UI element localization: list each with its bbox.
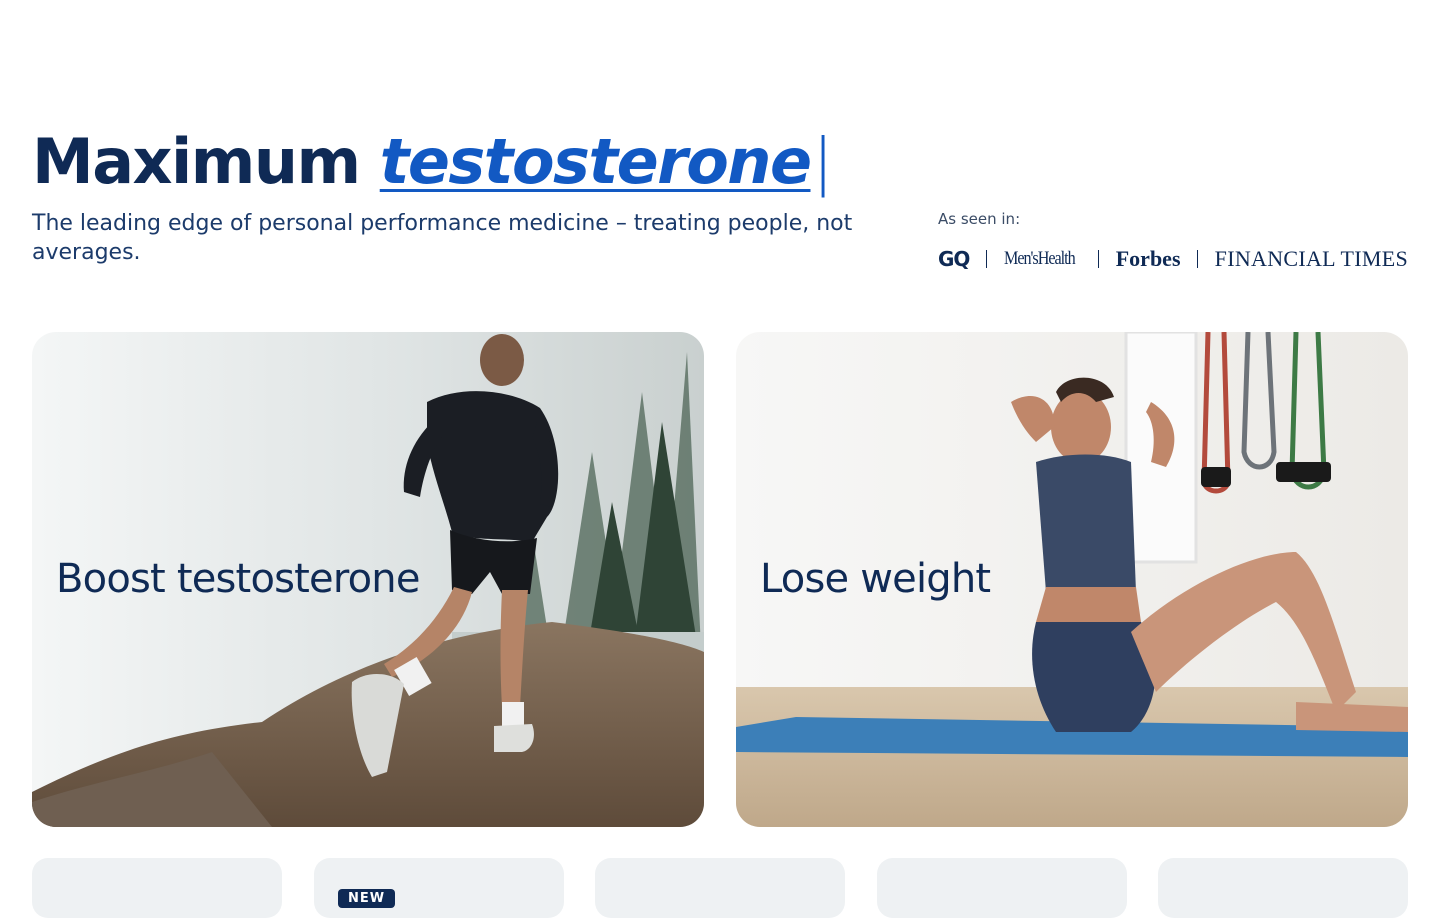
headline-prefix: Maximum (32, 125, 361, 198)
mens-health-logo: Men'sHealth (1003, 248, 1076, 269)
boost-testosterone-card[interactable]: Boost testosterone (32, 332, 704, 827)
category-tile[interactable] (595, 858, 845, 918)
gq-logo: GQ (938, 247, 970, 271)
category-tile[interactable] (877, 858, 1127, 918)
hero-subline: The leading edge of personal performance… (32, 211, 853, 265)
press-label: As seen in: (938, 210, 1021, 228)
press-section: As seen in: GQ Men'sHealth Forbes FINANC… (938, 210, 1408, 271)
new-badge: NEW (338, 889, 396, 908)
card-title: Lose weight (760, 556, 991, 602)
category-tile[interactable] (32, 858, 282, 918)
press-logos: GQ Men'sHealth Forbes FINANCIAL TIMES (938, 246, 1408, 272)
forbes-logo: Forbes (1115, 246, 1181, 271)
logo-divider (1098, 250, 1100, 268)
card-title: Boost testosterone (56, 556, 420, 602)
financial-times-logo: FINANCIAL TIMES (1214, 246, 1408, 271)
hero-section: Maximum testosterone| (32, 126, 1408, 198)
category-tiles: NEW (32, 858, 1408, 918)
lose-weight-card[interactable]: Lose weight (736, 332, 1408, 827)
page-title: Maximum testosterone| (32, 126, 1408, 198)
headline-rotating-word: testosterone (379, 125, 812, 198)
category-tile[interactable] (1158, 858, 1408, 918)
logo-divider (986, 250, 987, 268)
logo-divider (1197, 250, 1199, 268)
category-tile[interactable]: NEW (314, 858, 564, 918)
typing-cursor: | (812, 125, 834, 198)
